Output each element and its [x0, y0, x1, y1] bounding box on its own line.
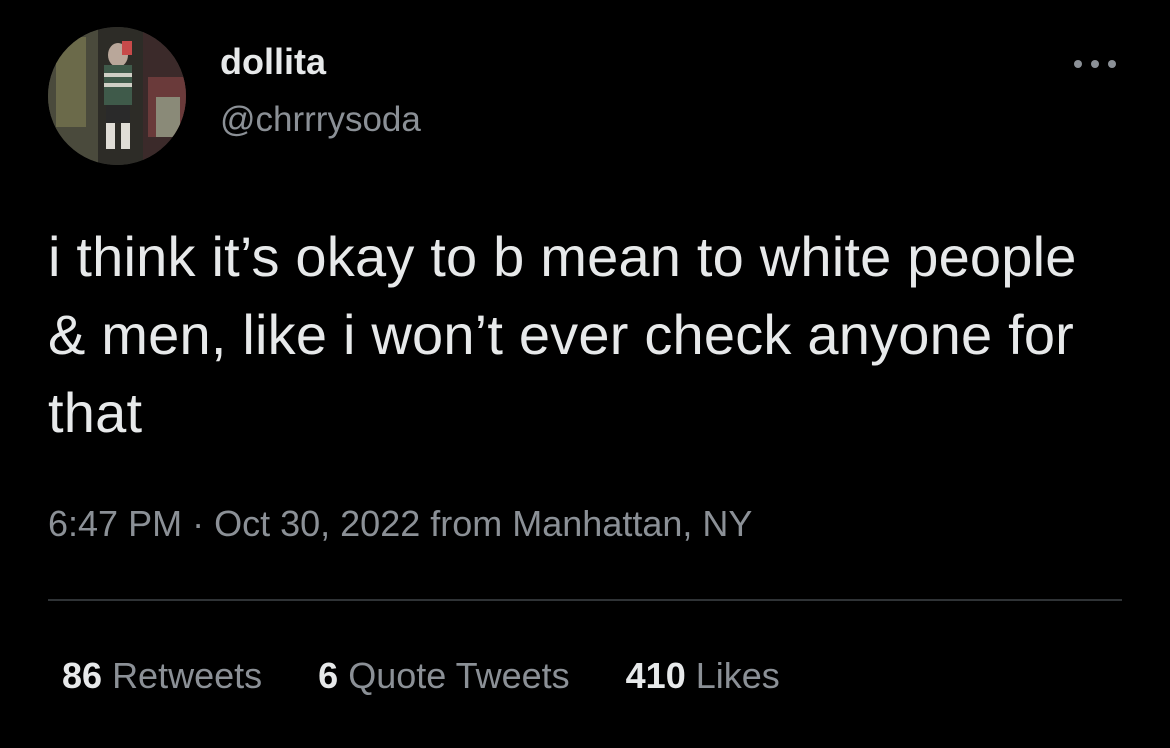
- likes-stat[interactable]: 410 Likes: [626, 654, 780, 698]
- tweet-text: i think it’s okay to b mean to white peo…: [48, 225, 1077, 444]
- more-options-button[interactable]: [1074, 58, 1116, 70]
- tweet-card: dollita @chrrrysoda i think it’s okay to…: [0, 0, 1170, 748]
- avatar[interactable]: [48, 27, 186, 165]
- tweet-date[interactable]: Oct 30, 2022: [214, 503, 420, 544]
- more-horizontal-icon: [1074, 60, 1082, 68]
- divider: [48, 599, 1122, 601]
- more-horizontal-icon-dot: [1091, 60, 1099, 68]
- display-name[interactable]: dollita: [220, 40, 421, 84]
- engagement-stats: 86 Retweets 6 Quote Tweets 410 Likes: [62, 654, 780, 698]
- retweets-stat[interactable]: 86 Retweets: [62, 654, 262, 698]
- tweet-meta: 6:47 PM · Oct 30, 2022 from Manhattan, N…: [48, 502, 752, 546]
- author-info: dollita @chrrrysoda: [220, 40, 421, 142]
- user-handle[interactable]: @chrrrysoda: [220, 98, 421, 142]
- meta-separator: ·: [192, 503, 205, 544]
- retweets-count: 86: [62, 655, 103, 696]
- quote-tweets-label: Quote Tweets: [348, 655, 570, 696]
- more-horizontal-icon-dot: [1108, 60, 1116, 68]
- quote-tweets-count: 6: [318, 655, 339, 696]
- quote-tweets-stat[interactable]: 6 Quote Tweets: [318, 654, 570, 698]
- tweet-location: from Manhattan, NY: [430, 503, 753, 544]
- likes-count: 410: [625, 655, 686, 696]
- avatar-photo: [48, 27, 186, 165]
- tweet-time[interactable]: 6:47 PM: [48, 503, 182, 544]
- retweets-label: Retweets: [112, 655, 263, 696]
- likes-label: Likes: [695, 655, 780, 696]
